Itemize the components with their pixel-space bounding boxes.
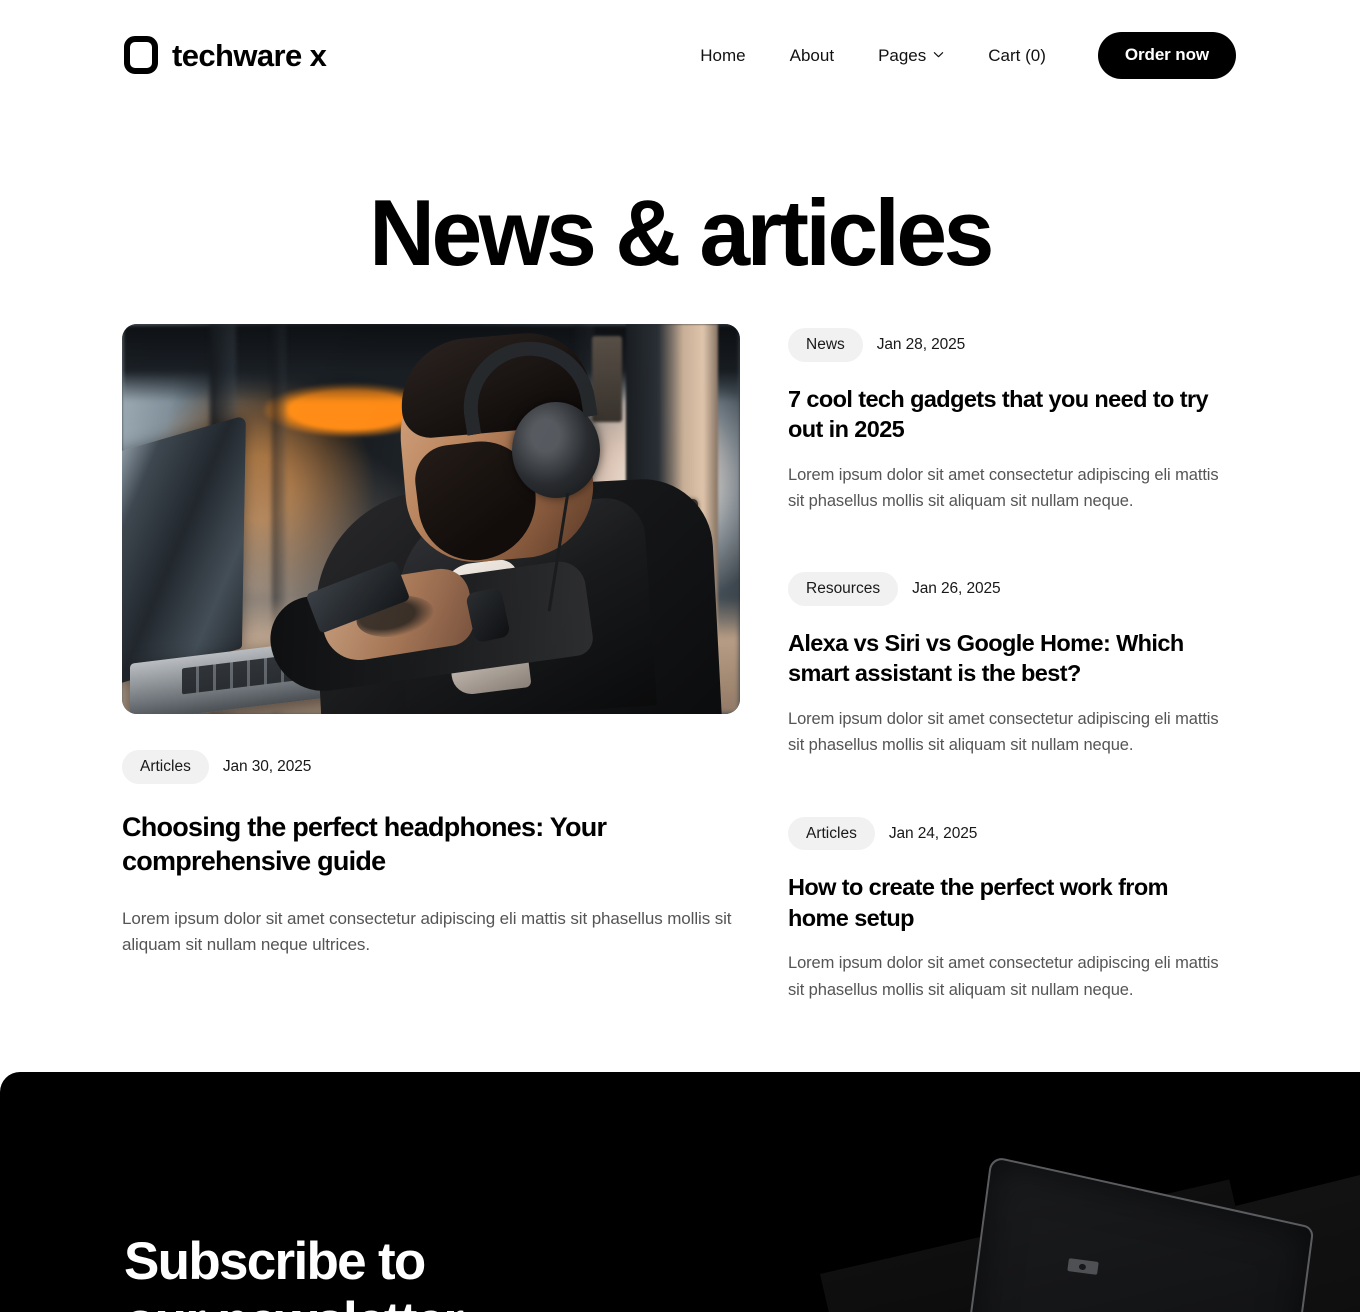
featured-article-badge[interactable]: Articles (122, 750, 209, 784)
nav-item-pages-label: Pages (878, 45, 927, 65)
subscribe-title: Subscribe to our newsletter (124, 1232, 464, 1312)
order-now-button[interactable]: Order now (1097, 31, 1236, 79)
page-title: News & articles (369, 180, 994, 285)
main-navigation: Home About Pages Cart (0) Order now (678, 31, 1236, 79)
brand-name: techware x (172, 37, 327, 73)
nav-item-home-label: Home (700, 45, 746, 65)
side-article-card-3[interactable]: Articles Jan 24, 2025 How to create the … (788, 816, 1228, 1003)
articles-section: Articles Jan 30, 2025 Choosing the perfe… (122, 324, 1238, 1003)
nav-item-cart-label: Cart (0) (988, 45, 1046, 65)
side-article-meta-3: Articles Jan 24, 2025 (788, 816, 1228, 851)
side-article-title-2[interactable]: Alexa vs Siri vs Google Home: Which smar… (788, 628, 1228, 689)
chevron-down-icon (933, 49, 944, 60)
side-article-description-2: Lorem ipsum dolor sit amet consectetur a… (788, 709, 1219, 755)
side-article-badge-2[interactable]: Resources (788, 572, 899, 606)
page-root: techware x Home About Pages Cart (0) Ord… (0, 0, 1360, 1312)
side-article-title-1[interactable]: 7 cool tech gadgets that you need to try… (788, 384, 1228, 445)
side-article-card-2[interactable]: Resources Jan 26, 2025 Alexa vs Siri vs … (788, 572, 1228, 758)
photo-composition (122, 324, 740, 714)
featured-article-date: Jan 30, 2025 (222, 757, 312, 775)
featured-article-description: Lorem ipsum dolor sit amet consectetur a… (122, 908, 732, 955)
featured-article-card[interactable]: Articles Jan 30, 2025 Choosing the perfe… (122, 324, 740, 1003)
nav-item-pages[interactable]: Pages (856, 47, 966, 64)
featured-article-title[interactable]: Choosing the perfect headphones: Your co… (122, 810, 740, 879)
featured-article-meta: Articles Jan 30, 2025 (122, 750, 740, 784)
side-article-title-3[interactable]: How to create the perfect work from home… (788, 872, 1228, 933)
side-article-meta-1: News Jan 28, 2025 (788, 328, 1228, 362)
nav-item-cart[interactable]: Cart (0) (966, 47, 1068, 64)
rounded-square-outline-icon (124, 36, 158, 74)
side-article-description-1: Lorem ipsum dolor sit amet consectetur a… (788, 465, 1219, 510)
side-article-date-1: Jan 28, 2025 (876, 335, 966, 353)
side-articles-list: News Jan 28, 2025 7 cool tech gadgets th… (788, 324, 1228, 1003)
featured-article-image[interactable] (122, 324, 740, 714)
side-article-date-2: Jan 26, 2025 (912, 580, 1001, 598)
subscribe-section: Subscribe to our newsletter (0, 1072, 1360, 1312)
side-article-card-1[interactable]: News Jan 28, 2025 7 cool tech gadgets th… (788, 328, 1228, 514)
side-article-meta-2: Resources Jan 26, 2025 (788, 572, 1228, 606)
side-article-badge-1[interactable]: News (788, 328, 863, 362)
side-article-description-3: Lorem ipsum dolor sit amet consectetur a… (788, 954, 1219, 999)
brand-logo[interactable]: techware x (124, 36, 327, 74)
nav-item-about-label: About (789, 45, 835, 65)
side-article-date-3: Jan 24, 2025 (888, 824, 978, 842)
side-article-badge-3[interactable]: Articles (788, 816, 875, 851)
site-header: techware x Home About Pages Cart (0) Ord… (0, 0, 1360, 110)
nav-item-about[interactable]: About (768, 47, 856, 64)
nav-item-home[interactable]: Home (678, 47, 767, 64)
